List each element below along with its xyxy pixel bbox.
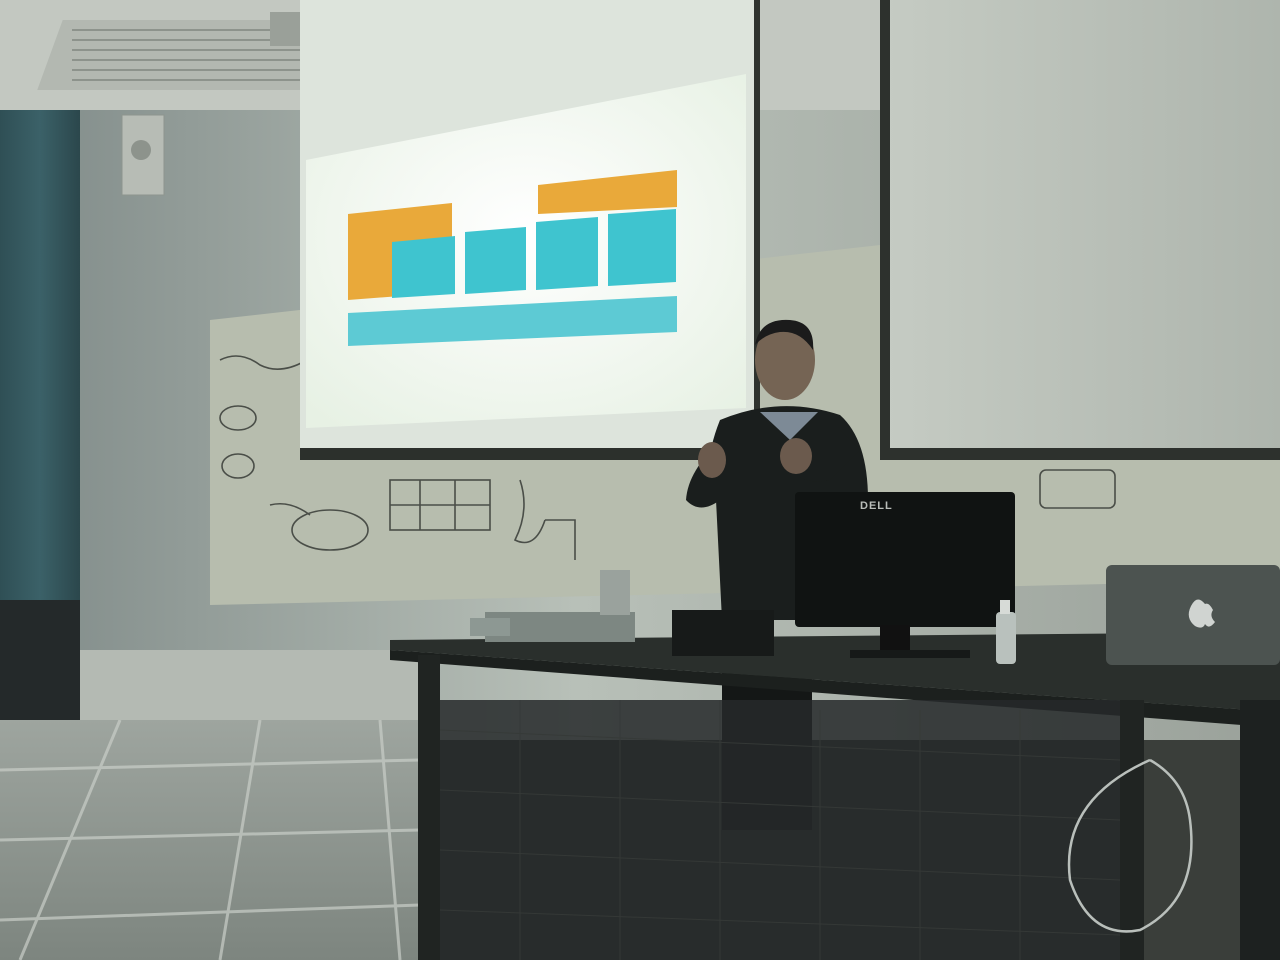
document-camera xyxy=(672,610,774,656)
classroom-scene xyxy=(0,0,1280,960)
presenter-hand-right xyxy=(780,438,812,474)
monitor-brand-logo: DELL xyxy=(860,500,893,512)
slide-block-teal-4 xyxy=(608,209,676,286)
desk-leg-right xyxy=(1120,700,1144,960)
slide-block-teal-2 xyxy=(465,227,526,294)
spray-bottle xyxy=(996,612,1016,664)
dell-monitor xyxy=(795,492,1015,627)
cup xyxy=(600,570,630,615)
slide-block-teal-3 xyxy=(536,217,598,290)
presenter-hand-left xyxy=(698,442,726,478)
projection-screen-right xyxy=(885,0,1280,455)
desk-leg-left xyxy=(418,655,440,960)
slide-block-teal-1 xyxy=(392,236,455,298)
